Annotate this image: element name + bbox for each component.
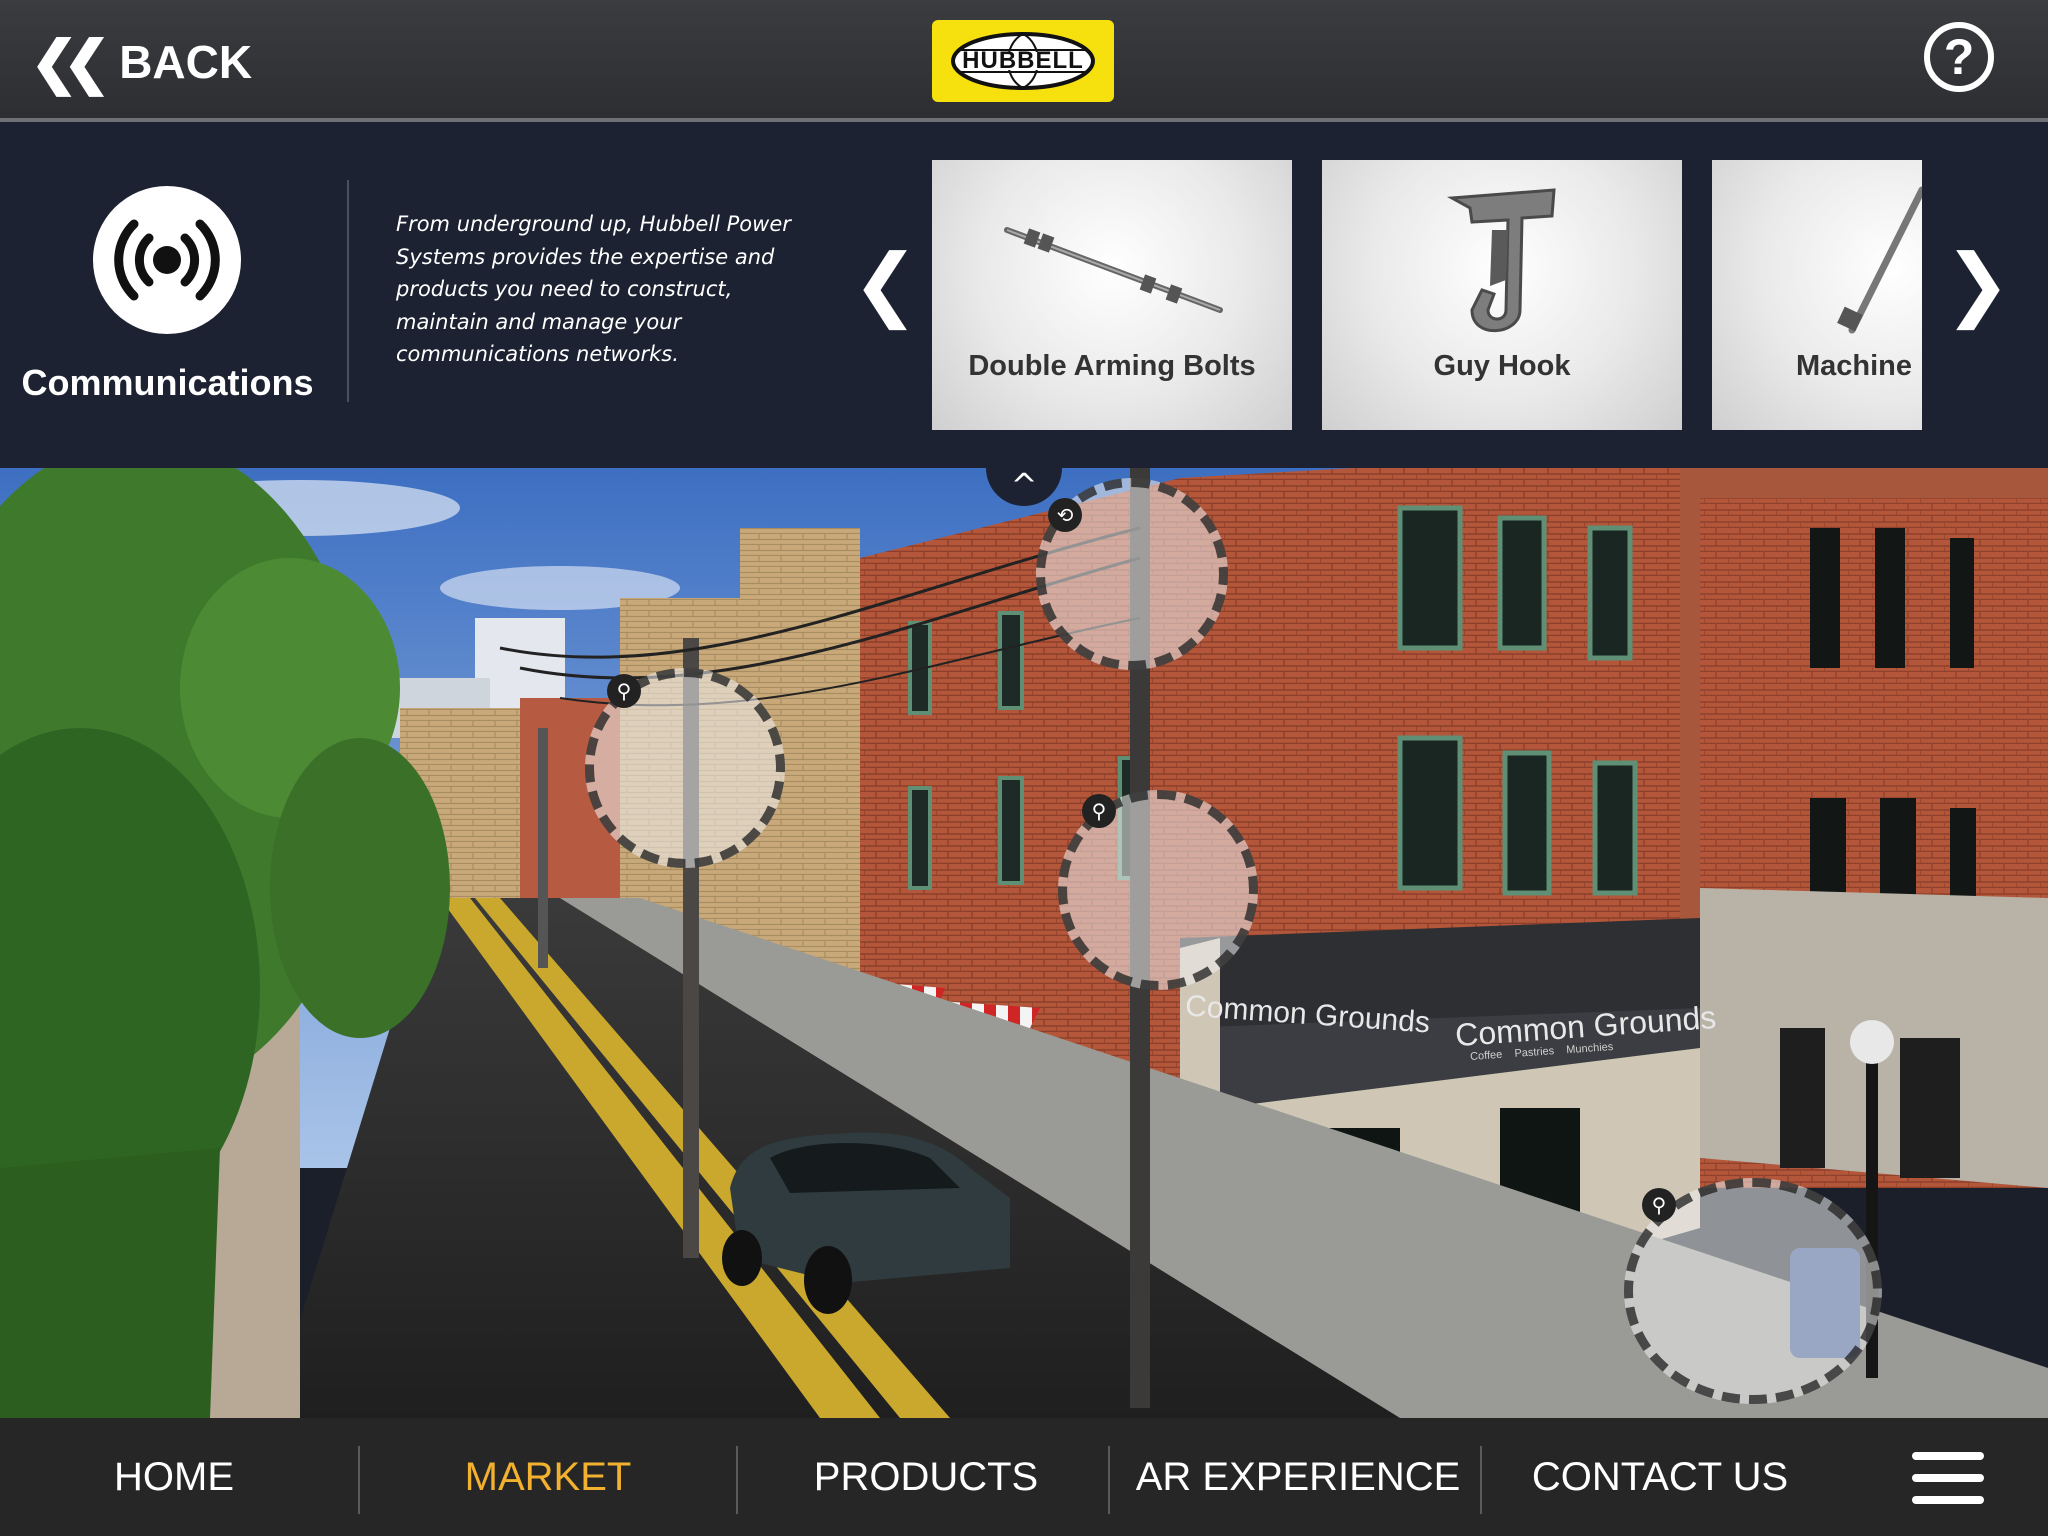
city-scene[interactable]: ^ Common Grounds Common Grounds Coffee P… [0,468,2048,1418]
hotspot-pole-middle[interactable]: ⚲ [1058,790,1258,990]
hubbell-logo: HUBBELL [932,20,1114,102]
hotspot-pole-top[interactable]: ⟲ [1036,478,1228,670]
market-title: Communications [21,362,314,403]
product-card-machine[interactable]: Machine [1712,160,1922,430]
product-name: Machine [1796,350,1913,382]
magnify-icon: ⚲ [607,674,641,708]
help-icon: ? [1943,29,1975,85]
nav-divider [1108,1446,1110,1514]
nav-divider [358,1446,360,1514]
hotspot-street-pole[interactable]: ⚲ [585,668,785,868]
market-panel: Communications From underground up, Hubb… [0,122,2048,468]
help-button[interactable]: ? [1924,22,1994,92]
back-button[interactable]: ❮❮ BACK [30,30,253,95]
product-name: Guy Hook [1433,350,1571,382]
product-carousel: Double Arming Bolts Guy Hook Machine [932,160,1922,430]
hotspot-sidewalk-vault[interactable]: ⚲ [1624,1178,1882,1404]
carousel-next-button[interactable]: ❯ [1944,244,2011,324]
product-card-guy-hook[interactable]: Guy Hook [1322,160,1682,430]
machine-bolt-image [1837,186,1922,334]
double-chevron-left-icon: ❮❮ [30,30,111,95]
logo-text: HUBBELL [962,47,1084,74]
carousel-prev-button[interactable]: ❮ [852,244,919,324]
nav-divider [1480,1446,1482,1514]
nav-contact-us[interactable]: CONTACT US [1490,1418,1830,1536]
nav-ar-experience[interactable]: AR EXPERIENCE [1118,1418,1478,1536]
bottom-navigation: HOME MARKET PRODUCTS AR EXPERIENCE CONTA… [0,1418,2048,1536]
bolt-image [1004,227,1223,313]
product-card-double-arming-bolts[interactable]: Double Arming Bolts [932,160,1292,430]
market-description: From underground up, Hubbell Power Syste… [396,212,791,366]
top-bar: ❮❮ BACK HUBBELL ? [0,0,2048,122]
nav-home[interactable]: HOME [0,1418,348,1536]
nav-divider [736,1446,738,1514]
divider [347,180,349,402]
rotate-icon: ⟲ [1048,498,1082,532]
nav-products[interactable]: PRODUCTS [746,1418,1106,1536]
product-name: Double Arming Bolts [968,350,1256,382]
back-label: BACK [119,36,253,88]
magnify-icon: ⚲ [1642,1188,1676,1222]
broadcast-icon [93,186,241,334]
nav-market[interactable]: MARKET [368,1418,728,1536]
guy-hook-image [1446,188,1556,333]
hamburger-menu-icon[interactable] [1912,1452,1984,1504]
magnify-icon: ⚲ [1082,794,1116,828]
